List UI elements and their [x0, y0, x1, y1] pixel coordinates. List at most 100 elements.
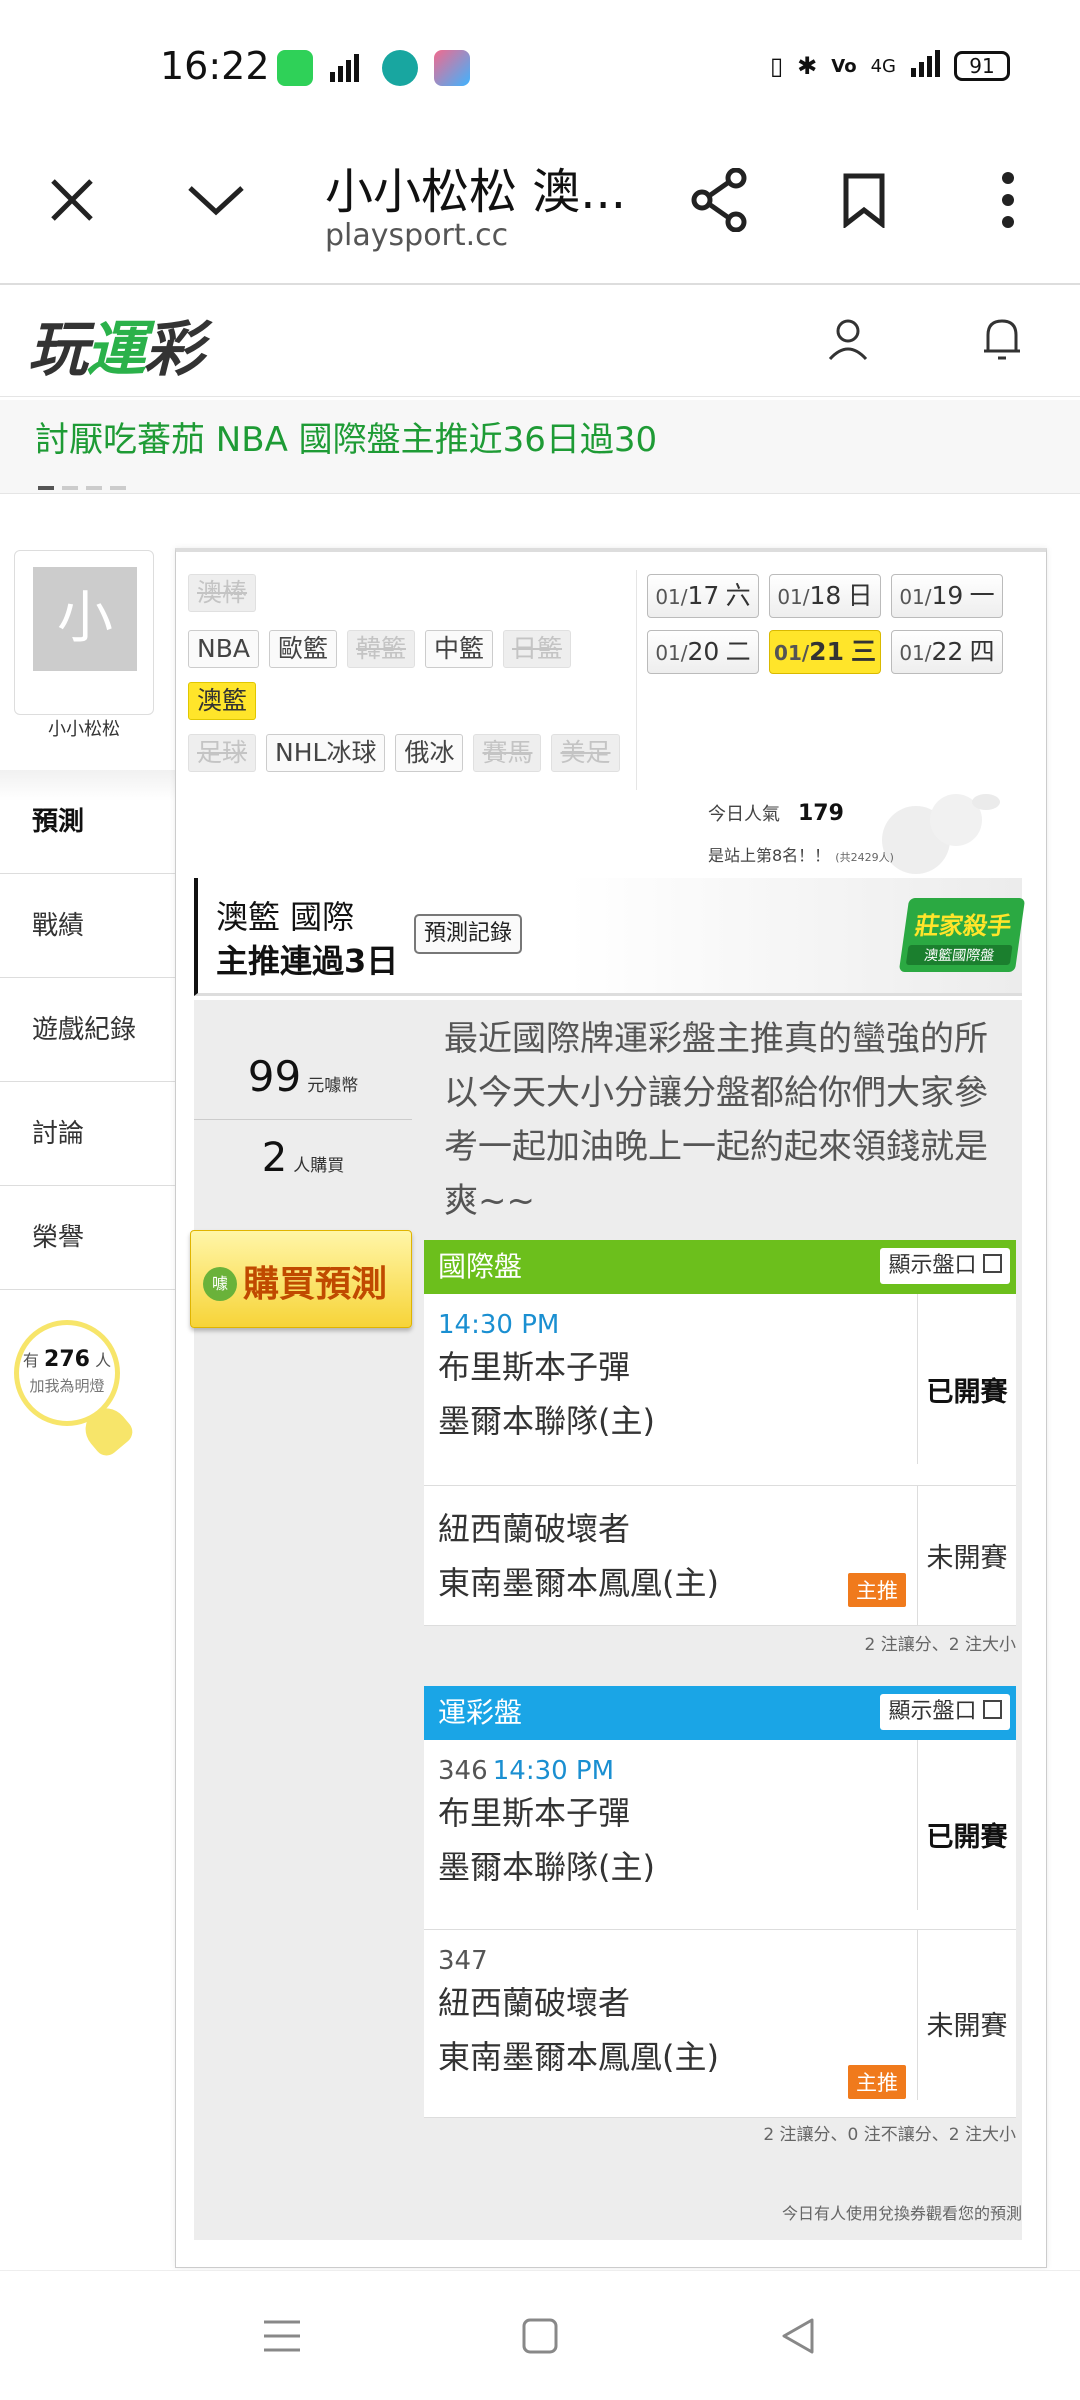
- follower-count: 276: [44, 1347, 90, 1372]
- announcement-marquee[interactable]: 討厭吃蕃茄 NBA 國際盤主推近36日過30: [0, 400, 1080, 494]
- status-bar: 16:22 ▯ ✱ Vo 4G 91: [0, 0, 1080, 120]
- prediction-message: 最近國際牌運彩盤主推真的蠻強的所以今天大小分讓分盤都給你們大家參考一起加油晚上一…: [444, 1019, 988, 1221]
- category-aus-baseball: 澳棒: [188, 574, 257, 612]
- category-horse-racing: 賽馬: [473, 734, 542, 772]
- app-notification-icon: [277, 50, 313, 86]
- home-icon[interactable]: [500, 2301, 580, 2371]
- game-time: 14:30 PM: [492, 1756, 615, 1786]
- away-team: 布里斯本子彈: [438, 1794, 631, 1832]
- home-team: 墨爾本聯隊(主): [438, 1402, 655, 1440]
- away-team: 紐西蘭破壞者: [438, 1510, 631, 1548]
- today-popularity: 今日人氣 179: [708, 801, 844, 826]
- bell-icon[interactable]: [980, 315, 1024, 367]
- away-team: 紐西蘭破壞者: [438, 1984, 631, 2022]
- price-value: 99: [247, 1052, 302, 1101]
- banner-streak: 主推連過3日: [216, 942, 399, 980]
- date-button[interactable]: 01/22 四: [891, 630, 1003, 674]
- voucher-notice: 今日有人使用兌換券觀看您的預測: [781, 2204, 1022, 2223]
- user-name: 小小松松: [48, 719, 120, 740]
- status-time: 16:22: [160, 44, 270, 88]
- avatar-card[interactable]: 小: [14, 550, 154, 715]
- popularity-count: 179: [798, 801, 844, 826]
- site-rank: 是站上第8名！！ (共2429人): [708, 846, 894, 865]
- main-pick-badge: 主推: [848, 1573, 906, 1607]
- category-russia-hockey[interactable]: 俄冰: [395, 734, 464, 772]
- tab-record[interactable]: 戰績: [0, 874, 175, 978]
- menu-icon[interactable]: [242, 2301, 322, 2371]
- price-info: 99 元噱幣: [194, 1030, 412, 1120]
- category-china-basketball[interactable]: 中籃: [425, 630, 494, 668]
- date-button[interactable]: 01/18 日: [769, 574, 881, 618]
- lottery-odds-header: 運彩盤 顯示盤口: [424, 1686, 1016, 1740]
- intl-odds-table: 國際盤 顯示盤口 14:30 PM 布里斯本子彈 墨爾本聯隊(主) 已開賽 紐西…: [424, 1240, 1016, 1626]
- date-selector: 01/17 六 01/18 日 01/19 一 01/20 二 01/21 三 …: [636, 570, 1036, 790]
- profile-sidebar: 小 小小松松 預測 戰績 遊戲紀錄 討論 榮譽 有 276 人 加我為明燈: [0, 530, 175, 2270]
- date-button[interactable]: 01/17 六: [647, 574, 759, 618]
- game-row: 347 紐西蘭破壞者 東南墨爾本鳳凰(主) 主推 未開賽: [424, 1930, 1016, 2118]
- lottery-odds-summary: 2 注讓分、0 注不讓分、2 注大小: [763, 2125, 1016, 2145]
- category-euro-basketball[interactable]: 歐籃: [268, 630, 337, 668]
- avatar[interactable]: 小: [33, 567, 137, 671]
- game-status: 未開賽: [926, 2011, 1008, 2042]
- buy-prediction-button[interactable]: 噱 購買預測: [190, 1230, 412, 1328]
- bookmaker-killer-badge: 莊家殺手 澳籃國際盤: [898, 898, 1026, 972]
- tab-discussion[interactable]: 討論: [0, 1082, 175, 1186]
- vibrate-icon: ▯: [769, 52, 784, 80]
- game-row: 紐西蘭破壞者 東南墨爾本鳳凰(主) 主推 未開賽: [424, 1486, 1016, 1626]
- game-status: 已開賽: [926, 1822, 1008, 1853]
- status-indicators: ▯ ✱ Vo 4G 91: [770, 48, 1010, 84]
- page-url[interactable]: playsport.cc: [325, 218, 508, 253]
- intl-odds-summary: 2 注讓分、2 注大小: [864, 1635, 1016, 1655]
- game-app-icon: [434, 50, 470, 86]
- game-time: 14:30 PM: [438, 1310, 560, 1340]
- category-aus-basketball[interactable]: 澳籃: [188, 682, 257, 720]
- user-icon[interactable]: [826, 317, 870, 365]
- category-nba[interactable]: NBA: [188, 630, 259, 668]
- date-button-selected[interactable]: 01/21 三: [769, 630, 881, 674]
- streak-banner: 澳籃 國際 主推連過3日 預測記錄 莊家殺手 澳籃國際盤: [194, 878, 1026, 996]
- category-korea-basketball: 韓籃: [346, 630, 415, 668]
- game-number: 347: [438, 1946, 488, 1976]
- date-button[interactable]: 01/19 一: [891, 574, 1003, 618]
- intl-odds-header: 國際盤 顯示盤口: [424, 1240, 1016, 1294]
- bookmark-icon[interactable]: [824, 160, 904, 240]
- tab-prediction[interactable]: 預測: [0, 770, 175, 874]
- follow-light-button[interactable]: 有 276 人 加我為明燈: [14, 1320, 138, 1470]
- carousel-indicator: [38, 486, 126, 490]
- game-number: 346: [438, 1756, 488, 1786]
- more-options-icon[interactable]: [968, 160, 1048, 240]
- category-soccer: 足球: [188, 734, 257, 772]
- volte-icon: Vo: [831, 55, 857, 77]
- chevron-down-icon[interactable]: [176, 160, 256, 240]
- marquee-text[interactable]: 討厭吃蕃茄 NBA 國際盤主推近36日過30: [35, 412, 657, 461]
- away-team: 布里斯本子彈: [438, 1348, 631, 1386]
- tab-honor[interactable]: 榮譽: [0, 1186, 175, 1290]
- follow-light-label: 加我為明燈: [29, 1377, 105, 1395]
- site-logo[interactable]: 玩運彩: [28, 301, 204, 388]
- site-header: 玩運彩: [0, 287, 1080, 397]
- mascot-watermark: [876, 780, 1016, 880]
- share-icon[interactable]: [680, 160, 760, 240]
- category-american-football: 美足: [551, 734, 620, 772]
- close-icon[interactable]: [32, 160, 112, 240]
- home-team: 東南墨爾本鳳凰(主): [438, 2038, 719, 2076]
- show-odds-button[interactable]: 顯示盤口: [880, 1694, 1010, 1730]
- tab-game-history[interactable]: 遊戲紀錄: [0, 978, 175, 1082]
- home-team: 東南墨爾本鳳凰(主): [438, 1564, 719, 1602]
- game-row: 14:30 PM 布里斯本子彈 墨爾本聯隊(主) 已開賽: [424, 1294, 1016, 1486]
- category-nhl[interactable]: NHL冰球: [266, 734, 386, 772]
- buyer-count: 2 人購買: [261, 1135, 345, 1181]
- browser-toolbar: 小小松松 澳... playsport.cc: [0, 120, 1080, 285]
- category-japan-basketball: 日籃: [503, 630, 572, 668]
- main-pick-badge: 主推: [848, 2065, 906, 2099]
- date-button[interactable]: 01/20 二: [647, 630, 759, 674]
- prediction-record-button[interactable]: 預測記錄: [414, 914, 523, 954]
- lottery-odds-table: 運彩盤 顯示盤口 346 14:30 PM 布里斯本子彈 墨爾本聯隊(主) 已開…: [424, 1686, 1016, 2118]
- banner-category: 澳籃 國際: [216, 898, 355, 936]
- back-icon[interactable]: [758, 2301, 838, 2371]
- system-nav-bar: [0, 2270, 1080, 2400]
- show-odds-button[interactable]: 顯示盤口: [880, 1248, 1010, 1284]
- game-status: 已開賽: [926, 1377, 1008, 1408]
- app-notification-icon: [382, 50, 418, 86]
- game-row: 346 14:30 PM 布里斯本子彈 墨爾本聯隊(主) 已開賽: [424, 1740, 1016, 1930]
